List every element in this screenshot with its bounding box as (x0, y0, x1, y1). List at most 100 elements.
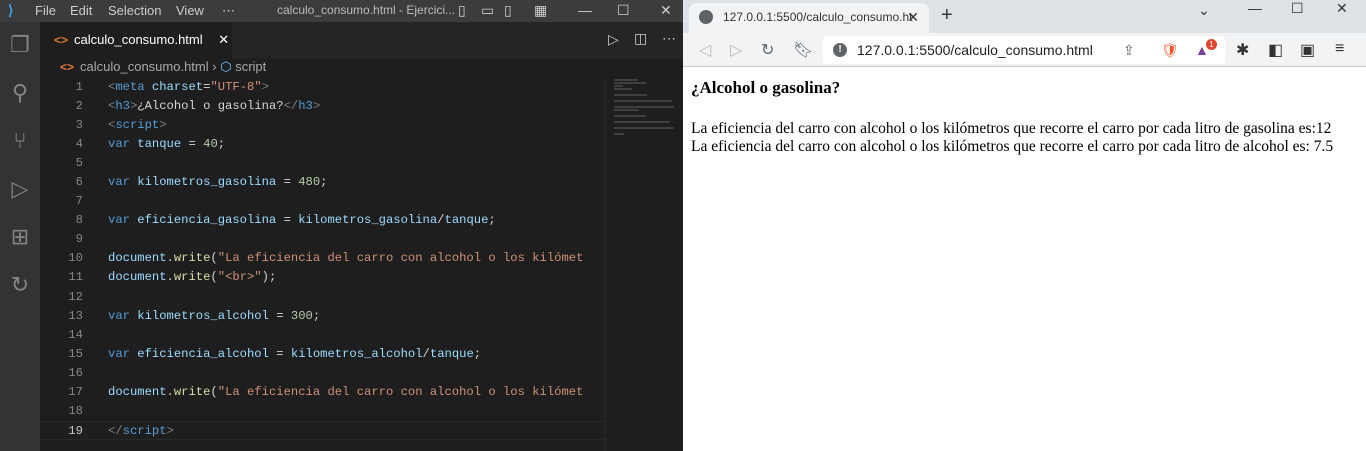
site-info-icon[interactable]: ! (833, 43, 847, 57)
minimap[interactable] (605, 78, 683, 451)
line-number: 7 (75, 194, 83, 209)
code-token: 480 (298, 175, 321, 190)
code-token: kilometros_gasolina (298, 213, 438, 228)
code-token: ; (320, 175, 328, 190)
line-number: 1 (75, 80, 83, 94)
close-icon[interactable]: ✕ (660, 2, 672, 19)
code-editor[interactable]: 1 <meta charset="UTF-8"> 2 <h3>¿Alcohol o g… (40, 78, 605, 440)
extensions-icon[interactable]: ✱ (1236, 40, 1249, 60)
code-line[interactable]: 18 (40, 402, 605, 421)
customize-layout-icon[interactable]: ▦ (534, 2, 547, 19)
vscode-logo-icon: ⟩ (8, 2, 14, 18)
code-line[interactable]: 10 document.write("La eficiencia del carr… (40, 249, 605, 268)
breadcrumb: <> calculo_consumo.html › ⬡ script (60, 59, 266, 79)
bookmark-icon[interactable]: 🔖︎ (793, 40, 813, 60)
code-line[interactable]: 17 document.write("La eficiencia del carr… (40, 383, 605, 402)
code-token: script (115, 118, 160, 133)
maximize-icon[interactable]: ☐ (617, 2, 630, 19)
tab-calculo-consumo[interactable]: <> calculo_consumo.html ✕ (40, 22, 232, 58)
html-file-icon: <> (54, 33, 69, 47)
code-line[interactable]: 6 var kilometros_gasolina = 480; (40, 173, 605, 192)
code-token: 40 (203, 137, 218, 152)
close-tab-icon[interactable]: ✕ (218, 32, 229, 47)
html-file-icon: <> (60, 60, 75, 74)
globe-icon (699, 10, 713, 24)
code-line[interactable]: 3 <script> (40, 116, 605, 135)
run-icon[interactable]: ▷ (608, 31, 619, 48)
tab-search-icon[interactable]: ⌄ (1198, 2, 1210, 19)
code-token: / (422, 346, 430, 361)
line-content: <h3>¿Alcohol o gasolina?</h3> (108, 97, 320, 116)
code-token: var (108, 213, 130, 228)
code-token: write (173, 251, 211, 266)
close-tab-icon[interactable]: ✕ (907, 3, 919, 31)
menu-icon[interactable]: ≡ (1335, 40, 1344, 58)
code-token: ¿Alcohol o gasolina? (137, 99, 284, 114)
code-token: kilometros_gasolina (137, 175, 277, 190)
minimize-icon[interactable]: — (1248, 0, 1262, 16)
run-debug-icon[interactable]: ▷ (5, 174, 35, 204)
toggle-secondary-sidebar-icon[interactable]: ▯ (504, 2, 512, 19)
close-window-icon[interactable]: ✕ (1336, 0, 1348, 17)
brave-shields-icon[interactable]: 🛡︎ (1161, 36, 1179, 64)
code-line[interactable]: 16 (40, 364, 605, 383)
line-content: document.write("La eficiencia del carro … (108, 249, 583, 268)
vscode-window: ⟩ File Edit Selection View ⋯ calculo_con… (0, 0, 683, 451)
split-editor-icon[interactable]: ◫ (634, 30, 647, 47)
code-line[interactable]: 8 var eficiencia_gasolina = kilometros_ga… (40, 211, 605, 230)
minimap-line (614, 85, 623, 87)
minimize-icon[interactable]: — (578, 2, 592, 18)
code-line[interactable]: 15 var eficiencia_alcohol = kilometros_al… (40, 345, 605, 364)
line-number: 2 (75, 99, 83, 114)
extensions-icon[interactable]: ⊞ (5, 222, 35, 252)
code-line[interactable]: 1 <meta charset="UTF-8"> (40, 78, 605, 97)
browser-tab[interactable]: 127.0.0.1:5500/calculo_consumo.ht ✕ (689, 3, 929, 33)
minimap-line (614, 100, 673, 102)
menu-selection[interactable]: Selection (108, 3, 161, 18)
code-line[interactable]: 19 </script> (40, 420, 605, 440)
code-token: > (159, 118, 167, 133)
code-token: ; (488, 213, 496, 228)
menu-view[interactable]: View (176, 3, 204, 18)
search-icon[interactable]: ⚲ (5, 78, 35, 108)
code-line[interactable]: 14 (40, 326, 605, 345)
line-content: <meta charset="UTF-8"> (108, 78, 269, 97)
code-line[interactable]: 12 (40, 288, 605, 307)
code-line[interactable]: 2 <h3>¿Alcohol o gasolina?</h3> (40, 97, 605, 116)
code-token: ( (210, 251, 218, 266)
code-token: tanque (429, 346, 474, 361)
breadcrumb-file[interactable]: calculo_consumo.html (80, 59, 209, 74)
tab-label: calculo_consumo.html (74, 32, 203, 47)
code-token: document (108, 270, 167, 285)
back-icon[interactable]: ◁ (699, 40, 711, 60)
code-line[interactable]: 5 (40, 154, 605, 173)
toggle-sidebar-icon[interactable]: ▯ (458, 2, 466, 19)
code-token: var (108, 137, 130, 152)
code-line[interactable]: 7 (40, 192, 605, 211)
maximize-icon[interactable]: ☐ (1291, 0, 1304, 17)
explorer-icon[interactable]: ❐ (5, 30, 35, 60)
share-icon[interactable]: ⇪ (1123, 36, 1135, 64)
line-content: var eficiencia_gasolina = kilometros_gas… (108, 211, 496, 230)
code-line[interactable]: 9 (40, 230, 605, 249)
address-bar[interactable]: ! 127.0.0.1:5500/calculo_consumo.html ⇪ … (823, 36, 1225, 64)
breadcrumb-symbol[interactable]: script (235, 59, 266, 74)
new-tab-icon[interactable]: + (941, 4, 953, 27)
toggle-panel-icon[interactable]: ▭ (481, 2, 494, 19)
more-actions-icon[interactable]: ⋯ (662, 30, 676, 47)
forward-icon[interactable]: ▷ (730, 40, 742, 60)
menu-edit[interactable]: Edit (70, 3, 92, 18)
remote-icon[interactable]: ↻ (5, 270, 35, 300)
code-line[interactable]: 13 var kilometros_alcohol = 300; (40, 307, 605, 326)
reload-icon[interactable]: ↻ (761, 40, 774, 60)
menu-more[interactable]: ⋯ (222, 3, 235, 19)
code-token: "UTF-8" (210, 80, 262, 94)
code-line[interactable]: 11 document.write("<br>"); (40, 268, 605, 287)
code-token: document (108, 384, 167, 399)
menu-file[interactable]: File (35, 3, 56, 18)
sidebar-icon[interactable]: ◧ (1268, 40, 1283, 60)
source-control-icon[interactable]: ⑂ (5, 126, 35, 156)
line-content: var kilometros_gasolina = 480; (108, 173, 327, 192)
wallet-icon[interactable]: ▣ (1300, 40, 1315, 60)
code-line[interactable]: 4 var tanque = 40; (40, 135, 605, 154)
